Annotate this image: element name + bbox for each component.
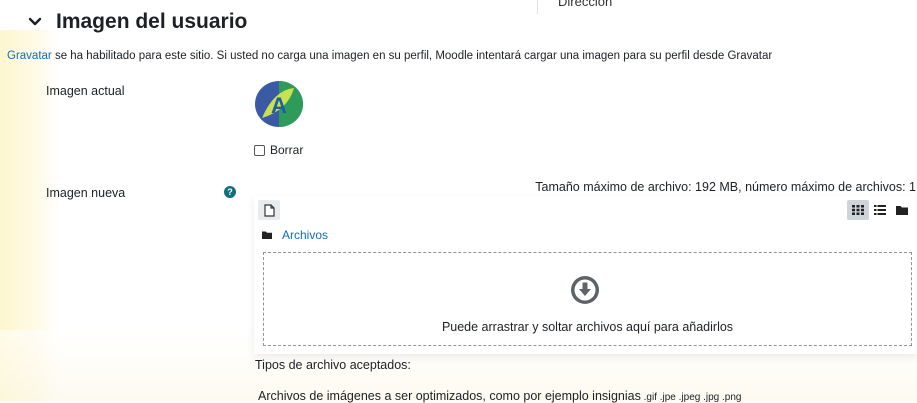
accepted-extensions: .gif .jpe .jpeg .jpg .png — [640, 392, 742, 403]
breadcrumb-archivos-link[interactable]: Archivos — [282, 228, 328, 242]
gravatar-notice: Gravatar se ha habilitado para este siti… — [7, 50, 772, 62]
view-tree-button[interactable] — [891, 200, 913, 220]
gravatar-notice-text: se ha habilitado para este sitio. Si ust… — [51, 50, 773, 62]
add-file-button[interactable] — [258, 200, 280, 220]
chevron-down-icon[interactable] — [28, 15, 42, 29]
list-icon — [874, 205, 886, 215]
view-icons-button[interactable] — [847, 200, 869, 220]
download-circle-icon — [571, 276, 599, 304]
accepted-types-label: Tipos de archivo aceptados: — [255, 358, 411, 372]
new-image-label: Imagen nueva — [46, 186, 126, 200]
file-dropzone[interactable]: Puede arrastrar y soltar archivos aquí p… — [263, 252, 912, 346]
max-file-size-text: Tamaño máximo de archivo: 192 MB, número… — [535, 180, 916, 194]
delete-label: Borrar — [270, 143, 304, 157]
folder-icon — [896, 206, 908, 215]
section-title: Imagen del usuario — [56, 10, 248, 33]
breadcrumb: Archivos — [262, 228, 328, 242]
svg-text:A: A — [271, 93, 287, 118]
delete-option[interactable]: Borrar — [254, 143, 303, 157]
adjacent-panel-fragment: Dirección — [537, 0, 668, 14]
section-header[interactable]: Imagen del usuario — [28, 10, 247, 34]
grid-icon — [852, 205, 864, 215]
delete-checkbox[interactable] — [254, 144, 265, 156]
file-manager-toolbar — [254, 196, 917, 224]
file-manager: Archivos Puede arrastrar y soltar archiv… — [254, 196, 917, 354]
current-avatar: A — [255, 81, 303, 127]
folder-icon — [262, 231, 272, 239]
file-icon — [263, 203, 275, 217]
gravatar-link[interactable]: Gravatar — [7, 50, 52, 62]
current-image-label: Imagen actual — [46, 84, 125, 98]
dropzone-instructions: Puede arrastrar y soltar archivos aquí p… — [441, 320, 734, 334]
adjacent-panel-text: Dirección — [558, 0, 613, 9]
question-circle-icon[interactable]: ? — [224, 186, 236, 198]
view-list-button[interactable] — [869, 200, 891, 220]
view-toggle-group — [847, 200, 913, 220]
